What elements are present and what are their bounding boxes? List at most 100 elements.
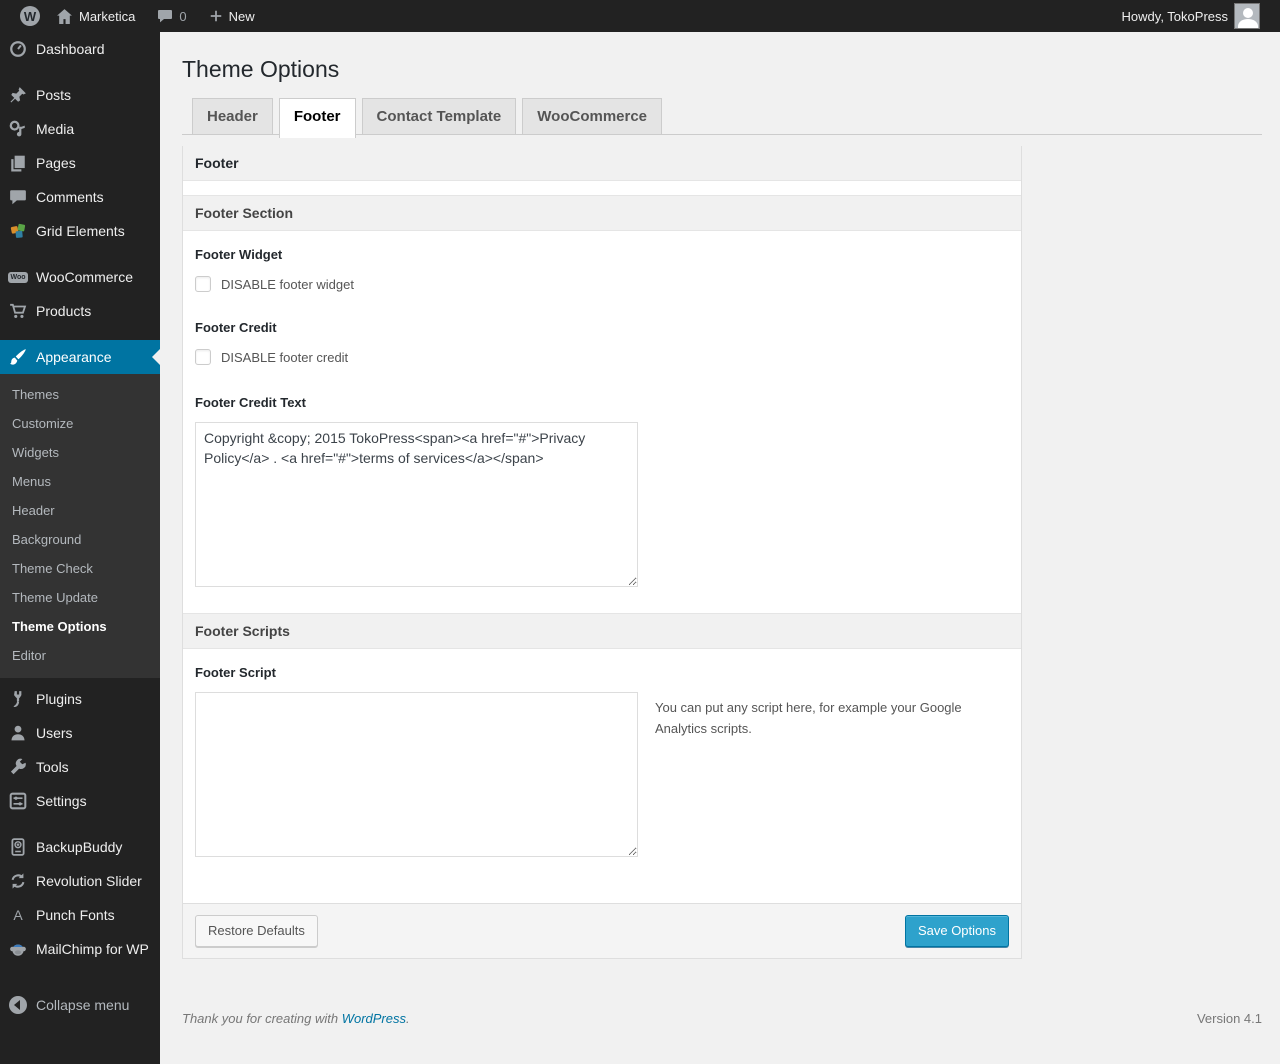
sidebar-item-label: Pages [36,155,76,171]
footer-section-body: Footer Widget DISABLE footer widget Foot… [183,231,1021,613]
collapse-arrow-icon [8,995,28,1015]
sidebar-item-dashboard[interactable]: Dashboard [0,32,160,66]
comments-menu[interactable]: 0 [149,0,194,32]
dashboard-icon [8,39,28,59]
admin-bar: W Marketica 0 New Howdy, TokoPress [0,0,1280,32]
sidebar-item-grid-elements[interactable]: Grid Elements [0,214,160,248]
sidebar-item-mailchimp[interactable]: MailChimp for WP [0,932,160,966]
avatar [1234,3,1260,29]
sidebar-item-woocommerce[interactable]: Woo WooCommerce [0,260,160,294]
collapse-menu-button[interactable]: Collapse menu [0,988,160,1022]
submenu-item-editor[interactable]: Editor [0,641,160,670]
tab-contact-template[interactable]: Contact Template [361,98,517,134]
admin-footer: Thank you for creating with WordPress. V… [182,1011,1262,1026]
save-options-button[interactable]: Save Options [904,915,1009,947]
footer-script-textarea[interactable] [195,692,638,857]
tab-header[interactable]: Header [192,98,273,134]
section-footer-title: Footer Section [183,195,1021,231]
panel-title: Footer [183,146,1021,181]
user-icon [8,723,28,743]
main-content: Theme Options Header Footer Contact Temp… [160,32,1280,1026]
sidebar-item-label: Products [36,303,92,319]
settings-icon [8,791,28,811]
footer-script-label: Footer Script [195,665,276,680]
wordpress-logo-icon: W [20,6,40,26]
footer-scripts-body: Footer Script You can put any script her… [183,649,1021,903]
footer-widget-label: Footer Widget [195,247,283,262]
section-scripts-title: Footer Scripts [183,613,1021,649]
sidebar-item-posts[interactable]: Posts [0,78,160,112]
pushpin-icon [8,85,28,105]
thanks-prefix: Thank you for creating with [182,1010,339,1026]
monkey-icon [8,939,28,959]
panel-submit-bar: Restore Defaults Save Options [183,903,1021,958]
submenu-item-theme-options[interactable]: Theme Options [0,612,160,641]
sidebar-item-tools[interactable]: Tools [0,750,160,784]
restore-defaults-button[interactable]: Restore Defaults [195,915,318,947]
sidebar-item-label: Dashboard [36,41,105,57]
sidebar-item-backupbuddy[interactable]: BackupBuddy [0,830,160,864]
sidebar-item-revolution-slider[interactable]: Revolution Slider [0,864,160,898]
appearance-submenu: Themes Customize Widgets Menus Header Ba… [0,374,160,678]
page-title: Theme Options [182,56,340,82]
sidebar-item-label: Posts [36,87,72,103]
thanks-period: . [406,1010,410,1026]
sidebar-item-label: Punch Fonts [36,907,115,923]
footer-thanks-text: Thank you for creating with WordPress. [182,1011,410,1026]
footer-credit-textarea[interactable]: Copyright &copy; 2015 TokoPress<span><a … [195,422,638,587]
plugin-icon [8,689,28,709]
submenu-item-theme-update[interactable]: Theme Update [0,583,160,612]
disable-footer-widget-text: DISABLE footer widget [221,276,354,292]
tab-footer[interactable]: Footer [278,98,356,138]
cart-icon [8,301,28,321]
submenu-item-menus[interactable]: Menus [0,467,160,496]
sidebar-item-label: Grid Elements [36,223,125,239]
sidebar-item-label: Comments [36,189,104,205]
sidebar-item-label: Tools [36,759,69,775]
submenu-item-theme-check[interactable]: Theme Check [0,554,160,583]
plus-icon [209,9,223,23]
disable-footer-credit-checkbox[interactable] [195,349,211,365]
submenu-item-themes[interactable]: Themes [0,380,160,409]
woocommerce-icon: Woo [8,271,28,283]
sidebar-item-media[interactable]: Media [0,112,160,146]
site-name: Marketica [79,8,136,24]
grid-elements-icon [8,221,28,241]
pages-icon [8,153,28,173]
sidebar-item-pages[interactable]: Pages [0,146,160,180]
collapse-menu-label: Collapse menu [36,997,130,1013]
submenu-item-customize[interactable]: Customize [0,409,160,438]
submenu-item-background[interactable]: Background [0,525,160,554]
backup-drive-icon [8,837,28,857]
paintbrush-icon [8,347,28,367]
site-menu[interactable]: Marketica [48,0,143,32]
submenu-item-widgets[interactable]: Widgets [0,438,160,467]
sidebar-item-comments[interactable]: Comments [0,180,160,214]
admin-sidebar: Dashboard Posts Media Pages Comments Gri… [0,32,160,1064]
wp-logo-menu[interactable]: W [12,0,48,32]
sidebar-item-products[interactable]: Products [0,294,160,328]
sidebar-item-punch-fonts[interactable]: A Punch Fonts [0,898,160,932]
comment-icon [8,187,28,207]
wordpress-link[interactable]: WordPress [342,1011,406,1026]
tab-woocommerce[interactable]: WooCommerce [522,98,663,134]
wrench-icon [8,757,28,777]
disable-footer-widget-checkbox[interactable] [195,276,211,292]
sidebar-item-label: Settings [36,793,87,809]
sidebar-item-plugins[interactable]: Plugins [0,682,160,716]
account-menu[interactable]: Howdy, TokoPress [1114,0,1268,32]
media-icon [8,119,28,139]
comment-count: 0 [179,8,187,24]
sidebar-item-label: Media [36,121,75,137]
new-content-menu[interactable]: New [201,0,263,32]
submenu-item-header[interactable]: Header [0,496,160,525]
sidebar-item-label: Users [36,725,73,741]
sidebar-item-users[interactable]: Users [0,716,160,750]
footer-credit-text-label: Footer Credit Text [195,395,306,410]
sidebar-item-label: MailChimp for WP [36,941,149,957]
sidebar-item-label: Revolution Slider [36,873,142,889]
howdy-text: Howdy, TokoPress [1121,8,1228,24]
sidebar-item-appearance[interactable]: Appearance [0,340,160,374]
sidebar-item-settings[interactable]: Settings [0,784,160,818]
new-label: New [228,8,255,24]
